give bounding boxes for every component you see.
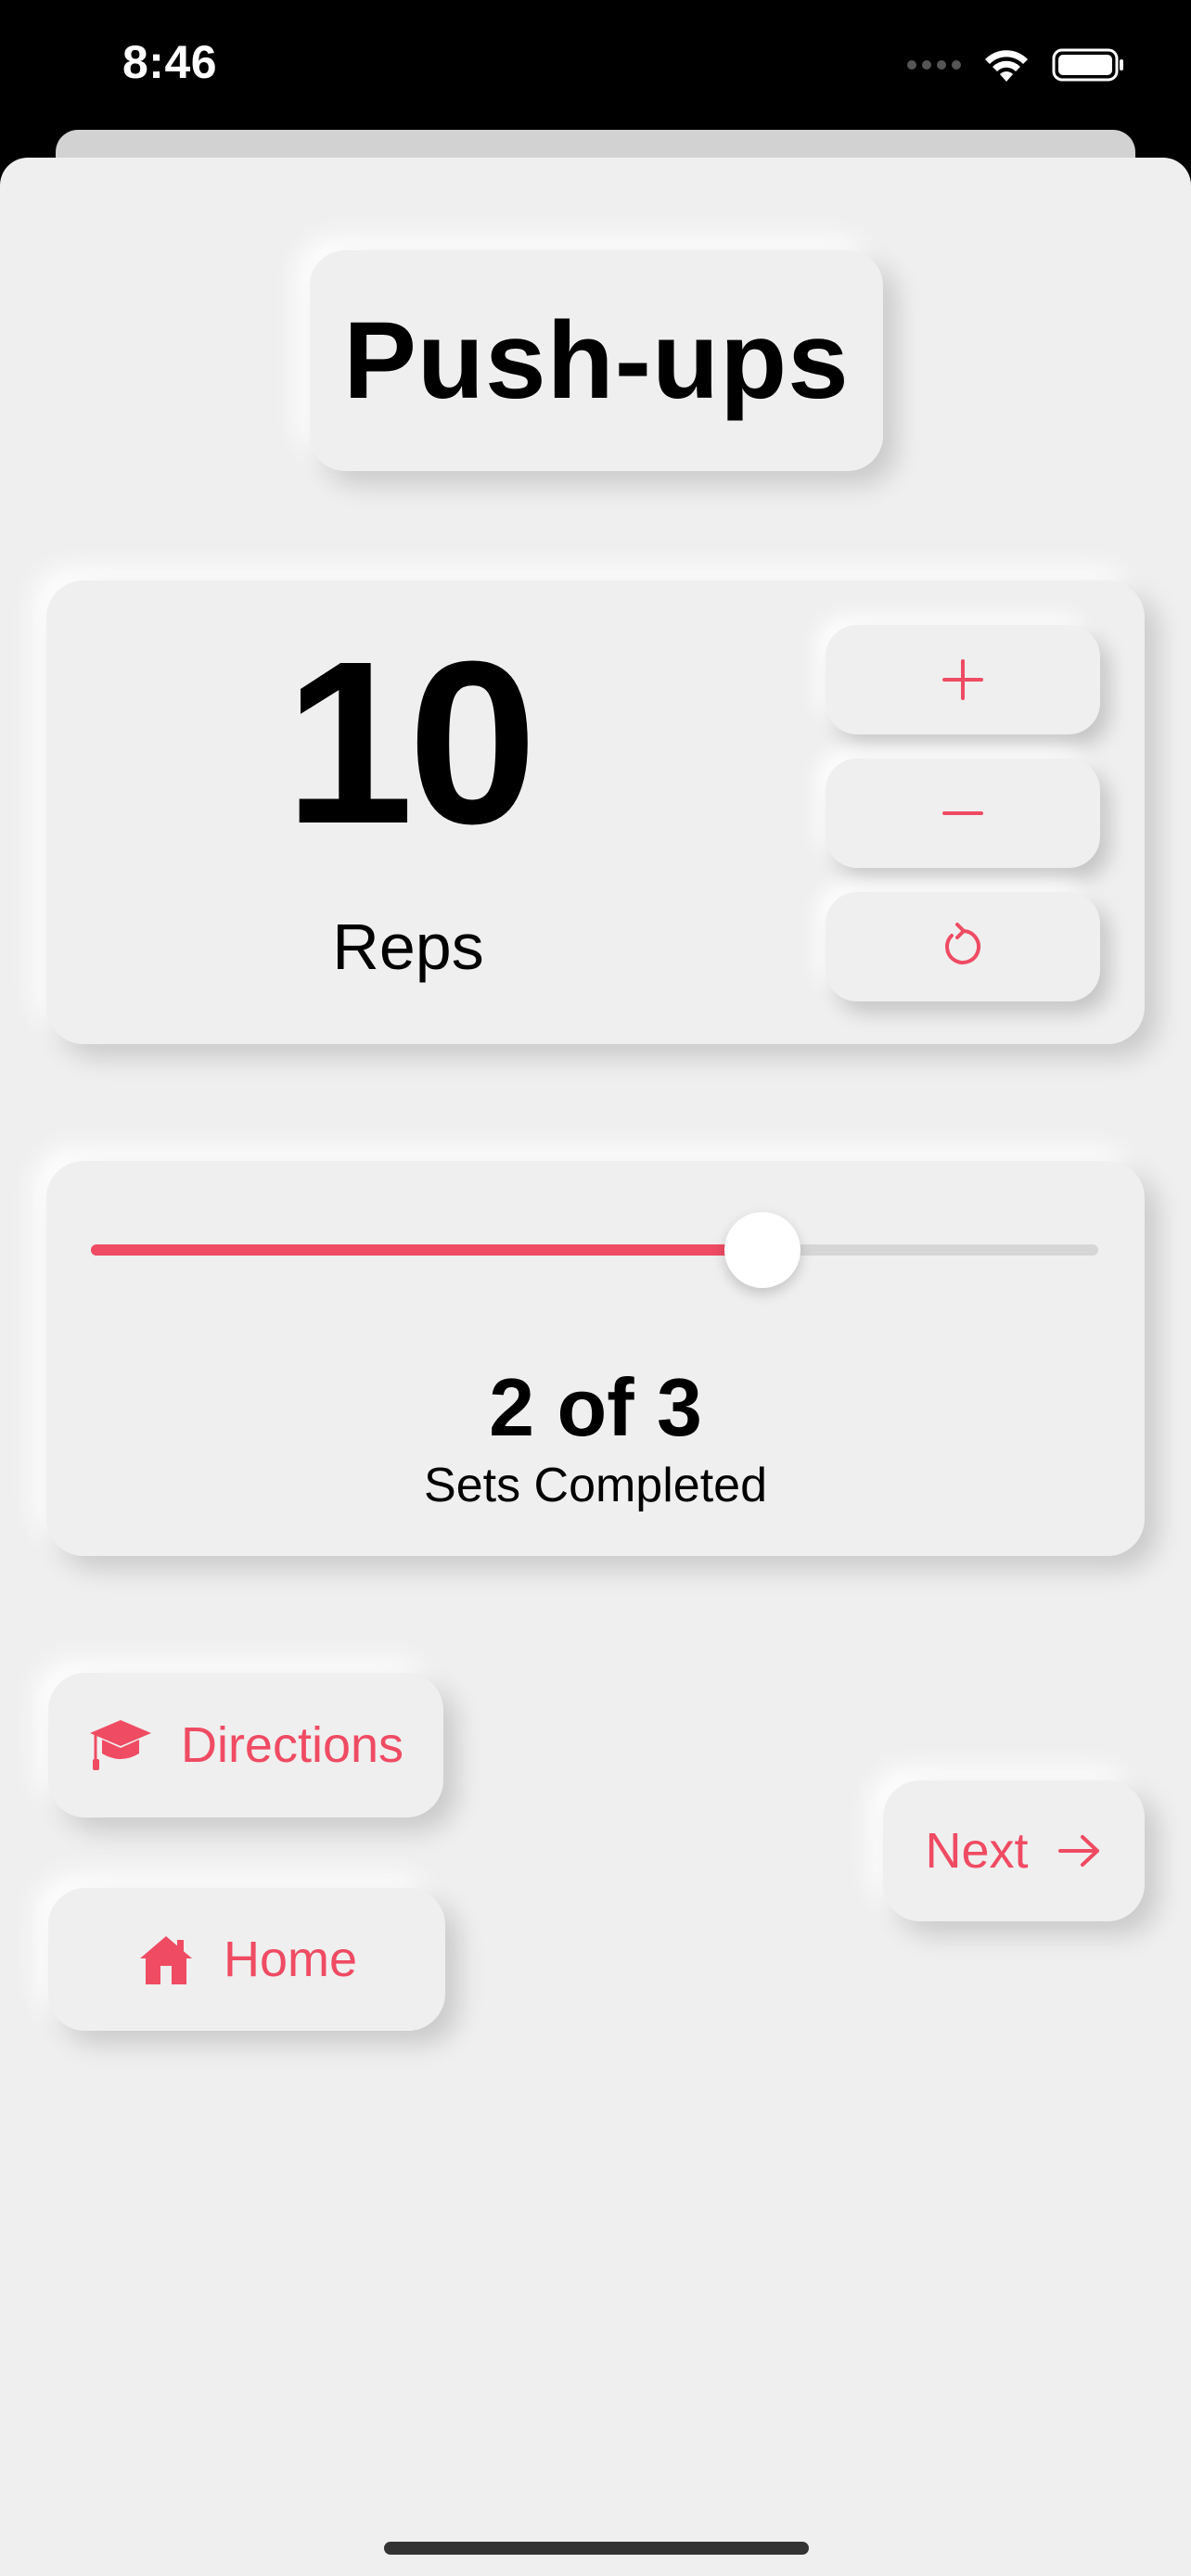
cellular-signal-icon bbox=[907, 60, 961, 70]
slider-thumb[interactable] bbox=[724, 1212, 801, 1288]
slider-fill bbox=[91, 1244, 763, 1256]
sets-progress-slider[interactable] bbox=[91, 1212, 1098, 1288]
sets-completed-count: 2 of 3 bbox=[489, 1361, 702, 1453]
reps-card: 10 Reps bbox=[46, 580, 1145, 1044]
wifi-icon bbox=[985, 50, 1028, 82]
status-icons bbox=[907, 46, 1126, 83]
next-label: Next bbox=[925, 1823, 1029, 1879]
reset-icon bbox=[945, 923, 981, 964]
home-indicator[interactable] bbox=[384, 2542, 809, 2555]
workout-sheet: Push-ups 10 Reps 2 of 3 Sets Completed D… bbox=[0, 158, 1191, 2576]
graduation-cap-icon bbox=[89, 1720, 151, 1770]
house-icon bbox=[139, 1936, 192, 1984]
status-bar: 8:46 bbox=[0, 0, 1191, 139]
battery-icon bbox=[1052, 48, 1123, 82]
next-button[interactable]: Next bbox=[883, 1780, 1145, 1921]
home-label: Home bbox=[223, 1932, 358, 1987]
directions-button[interactable]: Directions bbox=[48, 1673, 443, 1817]
directions-label: Directions bbox=[180, 1717, 404, 1773]
reps-label: Reps bbox=[332, 911, 484, 983]
exercise-title-card: Push-ups bbox=[310, 250, 883, 471]
sets-card: 2 of 3 Sets Completed bbox=[46, 1161, 1145, 1556]
exercise-title: Push-ups bbox=[343, 300, 850, 422]
arrow-right-icon bbox=[1057, 1835, 1099, 1867]
decrement-reps-button[interactable] bbox=[826, 759, 1100, 868]
home-button[interactable]: Home bbox=[48, 1888, 445, 2031]
sets-completed-label: Sets Completed bbox=[424, 1459, 767, 1512]
status-time: 8:46 bbox=[122, 36, 218, 88]
reset-reps-button[interactable] bbox=[826, 892, 1100, 1001]
reps-count: 10 bbox=[284, 613, 537, 872]
increment-reps-button[interactable] bbox=[826, 625, 1100, 734]
plus-icon bbox=[942, 659, 983, 700]
minus-icon bbox=[942, 811, 983, 815]
